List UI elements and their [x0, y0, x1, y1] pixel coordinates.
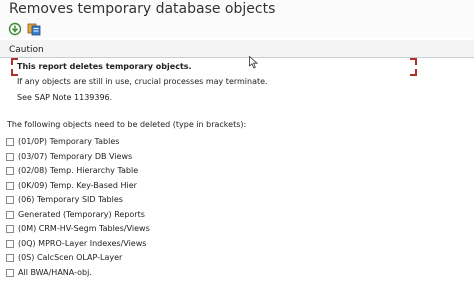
checkbox[interactable] [6, 166, 14, 175]
checkbox[interactable] [6, 210, 14, 219]
box-corner-top-right [410, 58, 417, 65]
execute-button[interactable] [8, 22, 22, 36]
option-label: (02/08) Temp. Hierarchy Table [18, 166, 139, 175]
option-mpro-layer[interactable]: (0Q) MPRO-Layer Indexes/Views [6, 238, 146, 249]
caution-line-1: This report deletes temporary objects. [17, 62, 192, 71]
option-calcscen-olap[interactable]: (0S) CalcScen OLAP-Layer [6, 252, 122, 263]
option-label: (06) Temporary SID Tables [18, 195, 123, 204]
execute-icon [8, 22, 22, 36]
option-temp-hierarchy-table[interactable]: (02/08) Temp. Hierarchy Table [6, 165, 138, 176]
checkbox[interactable] [6, 152, 14, 161]
checkbox[interactable] [6, 224, 14, 233]
option-label: (0K/09) Temp. Key-Based Hier [18, 181, 137, 190]
variant-button[interactable] [27, 22, 41, 36]
option-crm-hv-segm[interactable]: (0M) CRM-HV-Segm Tables/Views [6, 223, 150, 234]
option-temp-key-based-hier[interactable]: (0K/09) Temp. Key-Based Hier [6, 180, 137, 191]
option-label: (0M) CRM-HV-Segm Tables/Views [18, 224, 150, 233]
option-temporary-db-views[interactable]: (03/07) Temporary DB Views [6, 151, 132, 162]
checkbox[interactable] [6, 268, 14, 277]
option-label: Generated (Temporary) Reports [18, 210, 145, 219]
option-label: (01/0P) Temporary Tables [18, 137, 120, 146]
caution-line-2: If any objects are still in use, crucial… [17, 77, 268, 86]
application-toolbar [0, 22, 474, 38]
option-temporary-tables[interactable]: (01/0P) Temporary Tables [6, 136, 119, 147]
checkbox[interactable] [6, 253, 14, 262]
checkbox[interactable] [6, 195, 14, 204]
checkbox[interactable] [6, 181, 14, 190]
option-label: (03/07) Temporary DB Views [18, 152, 133, 161]
window-title: Removes temporary database objects [9, 1, 276, 17]
mouse-pointer-icon [249, 54, 259, 73]
checkbox[interactable] [6, 137, 14, 146]
checkbox[interactable] [6, 239, 14, 248]
option-label: (0Q) MPRO-Layer Indexes/Views [18, 239, 147, 248]
option-all-bwa-hana[interactable]: All BWA/HANA-obj. [6, 267, 92, 278]
objects-intro: The following objects need to be deleted… [7, 120, 247, 129]
caution-header [0, 40, 474, 58]
option-label: All BWA/HANA-obj. [18, 268, 92, 277]
variant-icon [27, 23, 41, 36]
box-corner-bottom-right [410, 69, 417, 76]
option-generated-reports[interactable]: Generated (Temporary) Reports [6, 209, 145, 220]
caution-caption: Caution [9, 45, 44, 55]
caution-line-3: See SAP Note 1139396. [17, 93, 113, 102]
option-temporary-sid-tables[interactable]: (06) Temporary SID Tables [6, 194, 123, 205]
option-label: (0S) CalcScen OLAP-Layer [18, 253, 123, 262]
